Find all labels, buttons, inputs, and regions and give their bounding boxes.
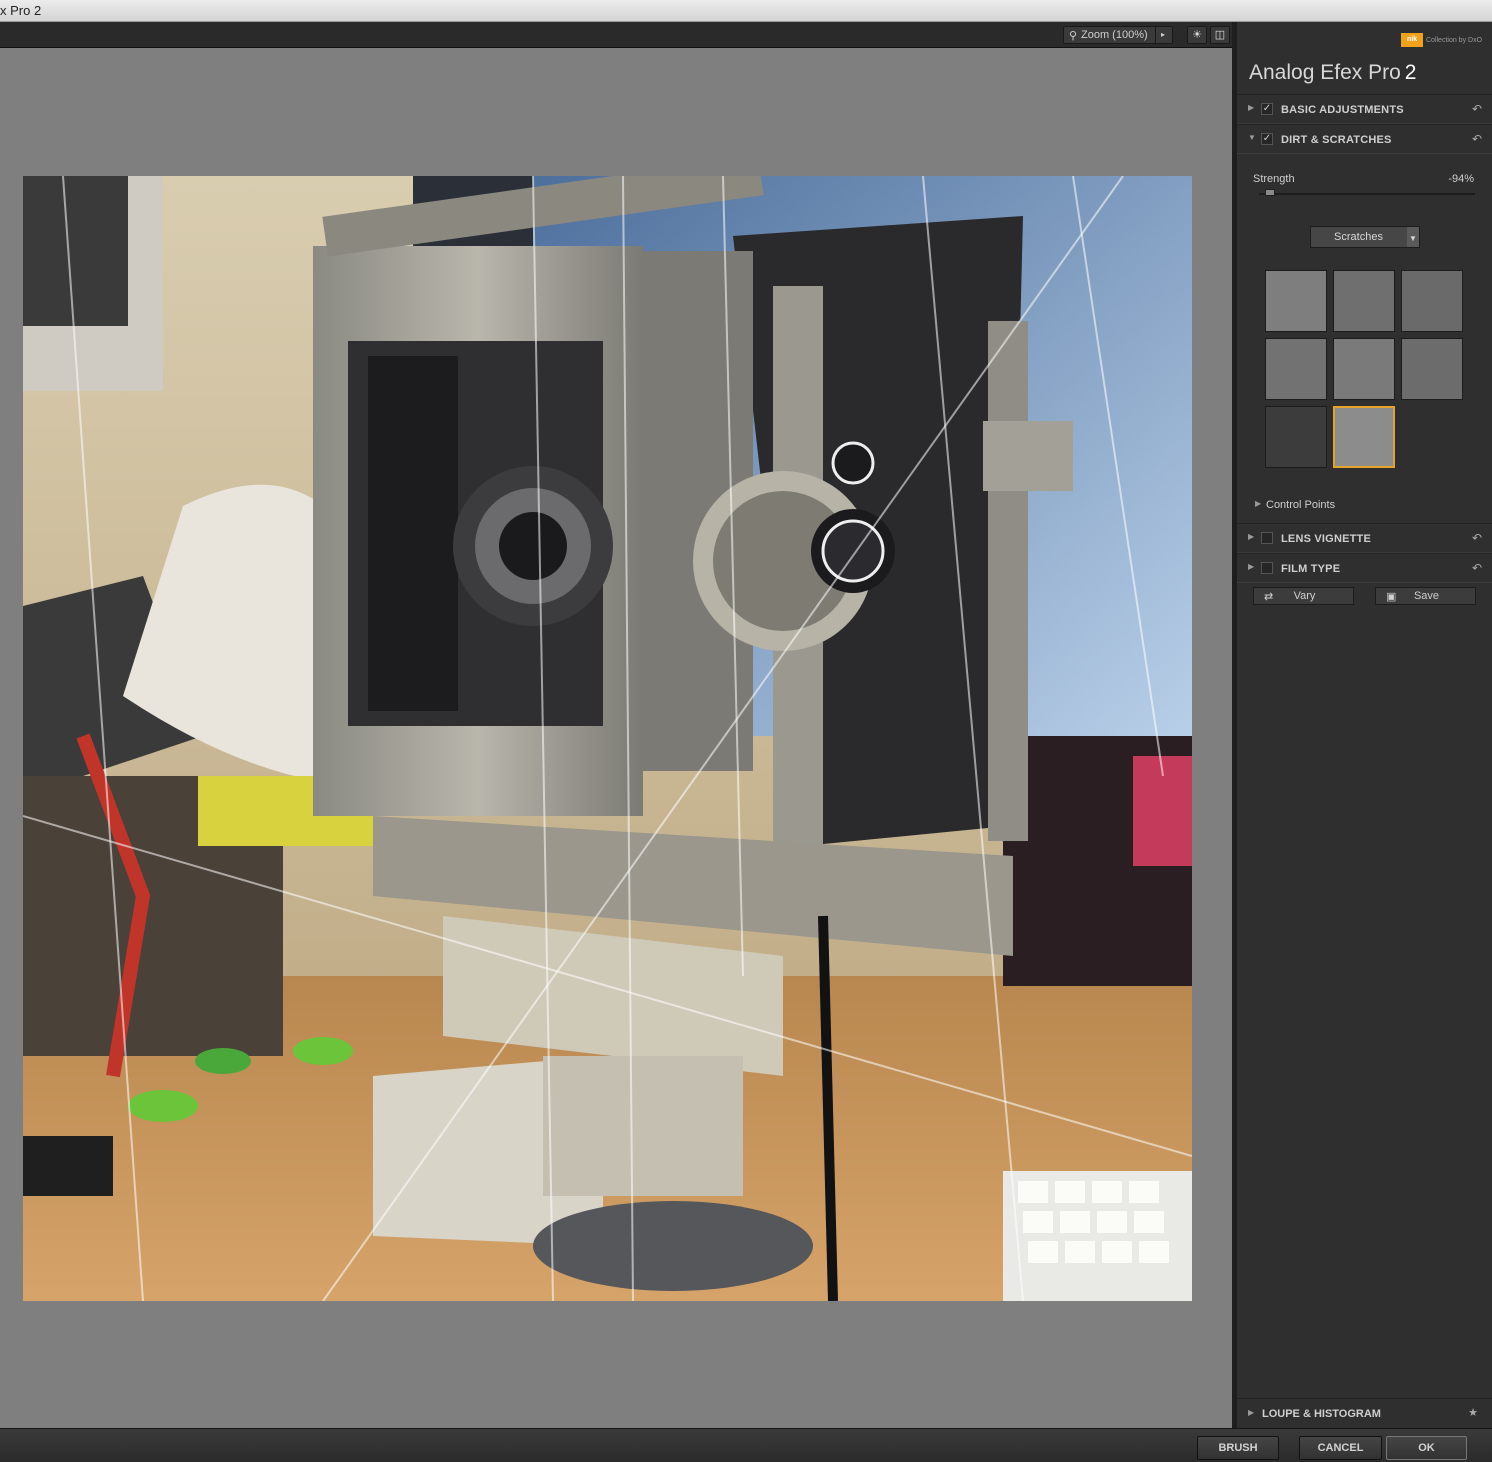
section-enable-checkbox[interactable]: ✓	[1261, 133, 1273, 145]
window-title: x Pro 2	[0, 3, 42, 18]
control-points-label: Control Points	[1266, 499, 1336, 511]
loupe-label: LOUPE & HISTOGRAM	[1262, 1408, 1381, 1420]
section-label: LENS VIGNETTE	[1281, 533, 1371, 545]
strength-label: Strength	[1253, 173, 1295, 185]
app-name: Analog Efex Pro	[1249, 61, 1401, 84]
texture-thumbnail[interactable]	[1265, 338, 1327, 400]
window-titlebar: x Pro 2	[0, 0, 1492, 22]
chevron-right-icon[interactable]: ▶	[1248, 562, 1254, 571]
reset-icon[interactable]: ↶	[1472, 531, 1482, 545]
section-label: FILM TYPE	[1281, 563, 1341, 575]
vary-label: Vary	[1293, 590, 1316, 602]
loupe-histogram-section[interactable]: ▶ LOUPE & HISTOGRAM ★	[1237, 1398, 1492, 1428]
texture-thumbnail[interactable]	[1333, 270, 1395, 332]
chevron-right-icon: ▸	[1155, 27, 1170, 43]
section-lens-vignette[interactable]: ▶ LENS VIGNETTE ↶	[1237, 523, 1492, 553]
reset-icon[interactable]: ↶	[1472, 561, 1482, 575]
save-label: Save	[1413, 590, 1440, 602]
dropdown-value: Scratches	[1334, 231, 1383, 243]
magnifier-icon: ⚲	[1069, 30, 1078, 42]
brand-subtitle: Collection by DxO	[1426, 37, 1483, 44]
chevron-down-icon: ▼	[1407, 227, 1419, 247]
app-title: Analog Efex Pro 2	[1249, 61, 1416, 85]
section-enable-checkbox[interactable]: ✓	[1261, 103, 1273, 115]
adjustments-panel: nik Collection by DxO Analog Efex Pro 2 ▶…	[1237, 22, 1492, 1428]
chevron-right-icon: ▶	[1255, 499, 1262, 508]
app-version: 2	[1404, 61, 1417, 84]
section-basic-adjustments[interactable]: ▶ ✓ BASIC ADJUSTMENTS ↶	[1237, 94, 1492, 124]
zoom-label: Zoom (100%)	[1081, 29, 1148, 41]
chevron-down-icon[interactable]: ▼	[1248, 133, 1256, 142]
nik-logo: nik	[1401, 33, 1423, 47]
reset-icon[interactable]: ↶	[1472, 132, 1482, 146]
vary-button[interactable]: ⇄ Vary	[1253, 587, 1354, 605]
slider-handle[interactable]	[1265, 189, 1276, 196]
preview-image[interactable]	[23, 176, 1192, 1301]
chevron-right-icon: ▶	[1248, 1408, 1255, 1417]
cancel-button[interactable]: CANCEL	[1299, 1436, 1382, 1460]
chevron-right-icon[interactable]: ▶	[1248, 103, 1254, 112]
split-view-icon[interactable]: ◫	[1210, 26, 1230, 44]
pin-icon[interactable]: ★	[1468, 1406, 1478, 1419]
texture-grid	[1265, 270, 1465, 470]
section-enable-checkbox[interactable]	[1261, 532, 1273, 544]
preview-toolbar: ⚲ Zoom (100%) ▸ ☀ ◫	[0, 22, 1236, 48]
brush-button[interactable]: BRUSH	[1197, 1436, 1279, 1460]
zoom-dropdown[interactable]: ⚲ Zoom (100%) ▸	[1063, 26, 1173, 44]
ok-button[interactable]: OK	[1386, 1436, 1467, 1460]
texture-thumbnail[interactable]	[1265, 270, 1327, 332]
texture-type-dropdown[interactable]: Scratches ▼	[1310, 226, 1420, 248]
lightbulb-icon[interactable]: ☀	[1187, 26, 1207, 44]
section-film-type[interactable]: ▶ FILM TYPE ↶	[1237, 553, 1492, 583]
strength-slider[interactable]	[1259, 189, 1475, 196]
section-label: DIRT & SCRATCHES	[1281, 134, 1392, 146]
control-points-toggle[interactable]: ▶ Control Points	[1237, 490, 1492, 520]
reset-icon[interactable]: ↶	[1472, 102, 1482, 116]
section-enable-checkbox[interactable]	[1261, 562, 1273, 574]
texture-thumbnail[interactable]	[1265, 406, 1327, 468]
save-button[interactable]: ▣ Save	[1375, 587, 1476, 605]
texture-thumbnail-selected[interactable]	[1333, 406, 1395, 468]
chevron-right-icon[interactable]: ▶	[1248, 532, 1254, 541]
texture-thumbnail[interactable]	[1401, 270, 1463, 332]
texture-thumbnail[interactable]	[1333, 338, 1395, 400]
section-dirt-scratches[interactable]: ▼ ✓ DIRT & SCRATCHES ↶	[1237, 124, 1492, 154]
texture-thumbnail[interactable]	[1401, 338, 1463, 400]
section-label: BASIC ADJUSTMENTS	[1281, 104, 1404, 116]
strength-value: -94%	[1448, 173, 1474, 185]
bottom-action-bar: BRUSH CANCEL OK	[0, 1428, 1492, 1462]
